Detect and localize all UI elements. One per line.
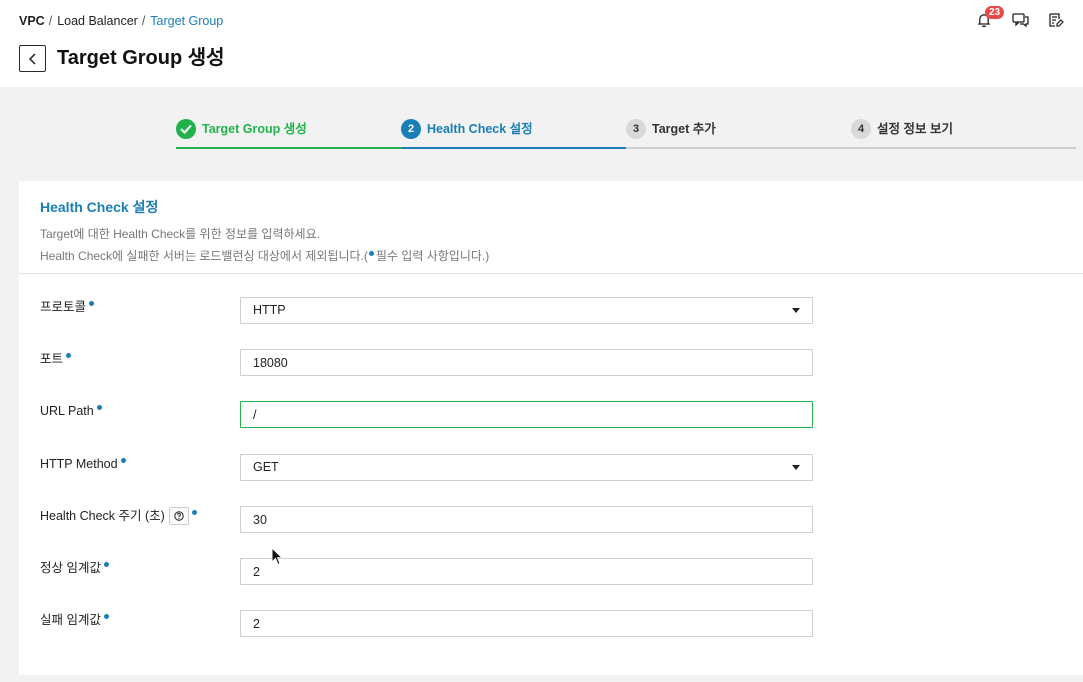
url-path-row: URL Path	[40, 401, 820, 429]
label-text: HTTP Method	[40, 457, 118, 471]
healthy-threshold-row: 정상 임계값	[40, 558, 820, 586]
step-target-group-create[interactable]: Target Group 생성	[176, 115, 401, 149]
interval-input[interactable]	[240, 506, 813, 533]
step-label: Target Group 생성	[202, 122, 307, 136]
description-text: Health Check에 실패한 서버는 로드밸런싱 대상에서 제외됩니다.(	[40, 249, 368, 263]
step-target-add[interactable]: 3 Target 추가	[626, 115, 851, 149]
description-line-1: Target에 대한 Health Check를 위한 정보를 입력하세요.	[40, 227, 320, 241]
required-dot-icon	[66, 352, 72, 358]
label-text: URL Path	[40, 404, 94, 418]
protocol-label: 프로토콜	[40, 297, 95, 317]
label-text: 포트	[40, 352, 64, 366]
required-dot-icon	[368, 251, 374, 256]
caret-down-icon	[792, 308, 800, 313]
check-circle-icon	[176, 119, 196, 139]
back-button[interactable]	[19, 45, 46, 72]
http-method-label: HTTP Method	[40, 454, 126, 474]
step-number: 3	[626, 119, 646, 139]
http-method-row: HTTP Method GET	[40, 454, 820, 482]
url-path-input[interactable]	[240, 401, 813, 428]
notification-button[interactable]: 23	[975, 6, 1005, 29]
breadcrumb-load-balancer[interactable]: Load Balancer	[57, 14, 138, 28]
memo-button[interactable]	[1047, 11, 1065, 29]
caret-down-icon	[792, 465, 800, 470]
step-number: 4	[851, 119, 871, 139]
help-button[interactable]	[168, 507, 189, 525]
step-label: Target 추가	[652, 122, 716, 136]
breadcrumb-target-group[interactable]: Target Group	[150, 14, 223, 28]
unhealthy-threshold-row: 실패 임계값	[40, 610, 820, 638]
healthy-threshold-input[interactable]	[240, 558, 813, 585]
unhealthy-threshold-input[interactable]	[240, 610, 813, 637]
port-row: 포트	[40, 349, 820, 377]
healthy-threshold-label: 정상 임계값	[40, 558, 109, 578]
step-label: Health Check 설정	[427, 122, 533, 136]
breadcrumb-separator: /	[48, 14, 53, 28]
breadcrumb-vpc[interactable]: VPC	[19, 14, 45, 28]
messages-button[interactable]	[1011, 11, 1029, 29]
breadcrumb: VPC / Load Balancer / Target Group	[19, 14, 223, 28]
wizard-steps: Target Group 생성 2 Health Check 설정 3 Targ…	[176, 115, 1077, 149]
section-header: Health Check 설정 Target에 대한 Health Check를…	[19, 181, 1083, 274]
interval-row: Health Check 주기 (초)	[40, 506, 820, 534]
label-text: 정상 임계값	[40, 561, 101, 575]
required-dot-icon	[103, 561, 109, 567]
required-dot-icon	[96, 404, 102, 410]
step-health-check[interactable]: 2 Health Check 설정	[401, 115, 626, 149]
section-description: Target에 대한 Health Check를 위한 정보를 입력하세요. H…	[40, 223, 1062, 267]
port-label: 포트	[40, 349, 72, 369]
label-text: Health Check 주기 (초)	[40, 509, 165, 523]
health-check-card: Health Check 설정 Target에 대한 Health Check를…	[19, 181, 1083, 675]
step-label: 설정 정보 보기	[877, 122, 953, 136]
section-title: Health Check 설정	[40, 199, 159, 215]
required-dot-icon	[89, 300, 95, 306]
chevron-left-icon	[28, 52, 36, 65]
breadcrumb-separator: /	[141, 14, 146, 28]
url-path-label: URL Path	[40, 401, 102, 421]
protocol-select[interactable]: HTTP	[240, 297, 813, 324]
edit-note-icon	[1049, 13, 1064, 27]
interval-label: Health Check 주기 (초)	[40, 506, 197, 526]
protocol-row: 프로토콜 HTTP	[40, 297, 820, 325]
step-summary[interactable]: 4 설정 정보 보기	[851, 115, 1076, 149]
label-text: 프로토콜	[40, 300, 87, 314]
required-dot-icon	[103, 613, 109, 619]
mouse-pointer-icon	[271, 547, 283, 566]
label-text: 실패 임계값	[40, 613, 101, 627]
required-dot-icon	[120, 457, 126, 463]
chat-icon	[1011, 13, 1029, 28]
page-title: Target Group 생성	[57, 47, 225, 69]
question-circle-icon	[174, 511, 184, 521]
select-value: GET	[253, 460, 279, 474]
notification-count-badge: 23	[985, 6, 1005, 19]
header-actions: 23	[975, 6, 1065, 29]
description-text: 필수 입력 사항입니다.)	[375, 249, 490, 263]
unhealthy-threshold-label: 실패 임계값	[40, 610, 109, 630]
description-line-2: Health Check에 실패한 서버는 로드밸런싱 대상에서 제외됩니다.(…	[40, 245, 1062, 267]
select-value: HTTP	[253, 303, 286, 317]
required-dot-icon	[191, 509, 197, 515]
port-input[interactable]	[240, 349, 813, 376]
http-method-select[interactable]: GET	[240, 454, 813, 481]
step-number: 2	[401, 119, 421, 139]
top-header: VPC / Load Balancer / Target Group Targe…	[0, 0, 1083, 87]
